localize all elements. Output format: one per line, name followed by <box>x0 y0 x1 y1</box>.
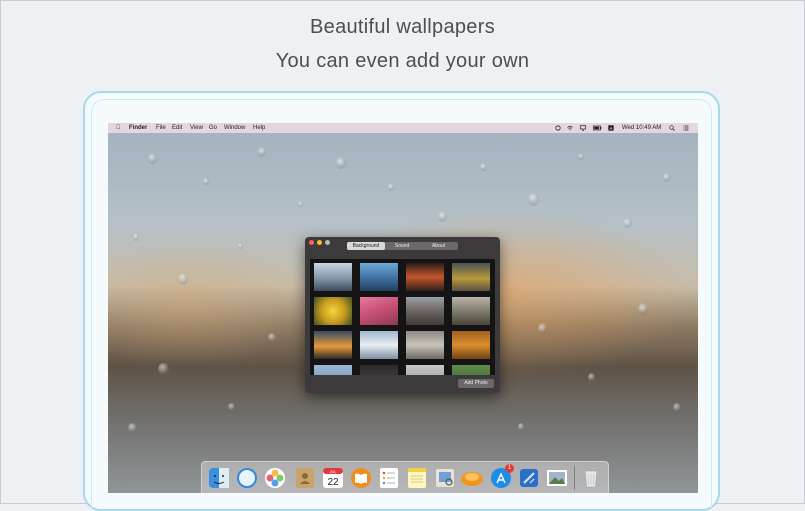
raindrop <box>336 157 346 169</box>
calendar-month: JUL <box>329 469 337 474</box>
raindrop <box>388 183 394 191</box>
raindrop <box>268 333 276 342</box>
menu-go[interactable]: Go <box>209 123 217 133</box>
wallpaper-thumbnail[interactable] <box>314 331 352 359</box>
xcode-icon[interactable] <box>518 467 540 489</box>
raindrop <box>578 153 584 160</box>
wallpaper-thumbnail[interactable] <box>452 331 490 359</box>
tab-background[interactable]: Background <box>347 242 385 250</box>
wallpaper-grid <box>310 259 495 375</box>
wallpaper-thumbnail[interactable] <box>406 297 444 325</box>
menu-clock[interactable]: Wed 10:49 AM <box>622 123 661 133</box>
menu-help[interactable]: Help <box>253 123 265 133</box>
notification-center-icon[interactable] <box>683 125 689 131</box>
wifi-icon[interactable] <box>567 125 573 131</box>
raindrop <box>480 163 487 171</box>
wallpaper-thumbnail[interactable] <box>360 365 398 375</box>
tab-sound[interactable]: Sound <box>385 242 419 250</box>
close-button[interactable] <box>309 240 314 245</box>
app-store-badge: 1 <box>505 464 514 473</box>
menu-window[interactable]: Window <box>224 123 245 133</box>
raindrop <box>238 243 243 249</box>
raindrop <box>258 147 266 157</box>
raindrop <box>158 363 169 375</box>
raindrop <box>518 423 524 431</box>
battery-icon[interactable] <box>593 125 602 131</box>
promo-subheadline: You can even add your own <box>275 50 530 72</box>
menu-file[interactable]: File <box>156 123 166 133</box>
finder-icon[interactable] <box>208 467 230 489</box>
wallpaper-app-icon[interactable] <box>460 467 484 489</box>
raindrop <box>663 173 670 182</box>
text-input-icon[interactable]: A <box>608 125 614 131</box>
wallpaper-thumbnail[interactable] <box>314 365 352 375</box>
raindrop <box>438 211 447 222</box>
raindrop <box>623 218 632 228</box>
wallpaper-thumbnail[interactable] <box>360 263 398 291</box>
image-viewer-icon[interactable] <box>546 467 568 489</box>
wallpaper-thumbnail[interactable] <box>406 365 444 375</box>
apple-icon[interactable]:  <box>116 123 121 133</box>
preview-icon[interactable] <box>434 467 456 489</box>
desktop-screen:  Finder File Edit View Go Window Help A… <box>108 123 698 493</box>
svg-text:A: A <box>609 126 612 131</box>
photos-icon[interactable] <box>264 467 286 489</box>
tab-bar: Background Sound About <box>347 242 458 250</box>
wallpaper-thumbnail[interactable] <box>314 297 352 325</box>
wallpaper-thumbnail[interactable] <box>360 297 398 325</box>
wallpaper-app-window: Background Sound About Add Photo <box>305 237 500 393</box>
raindrop <box>528 193 539 206</box>
wallpaper-thumbnail[interactable] <box>314 263 352 291</box>
calendar-icon[interactable]: JUL 22 <box>322 467 344 489</box>
raindrop <box>538 323 547 334</box>
wallpaper-thumbnail[interactable] <box>360 331 398 359</box>
wallpaper-thumbnail[interactable] <box>452 263 490 291</box>
calendar-day: 22 <box>327 477 339 488</box>
menu-app-name[interactable]: Finder <box>129 123 147 133</box>
raindrop <box>128 423 137 433</box>
add-photo-button[interactable]: Add Photo <box>458 379 494 388</box>
safari-icon[interactable] <box>236 467 258 489</box>
raindrop <box>588 373 595 382</box>
dock-separator <box>574 466 575 490</box>
menu-edit[interactable]: Edit <box>172 123 182 133</box>
wallpaper-thumbnail[interactable] <box>452 297 490 325</box>
airplay-icon[interactable] <box>580 125 586 131</box>
raindrop <box>133 233 139 241</box>
menu-view[interactable]: View <box>190 123 203 133</box>
tab-about[interactable]: About <box>419 242 458 250</box>
notes-icon[interactable] <box>406 467 428 489</box>
wallpaper-thumbnail[interactable] <box>406 263 444 291</box>
raindrop <box>298 201 303 207</box>
zoom-button[interactable] <box>325 240 330 245</box>
ibooks-icon[interactable] <box>350 467 372 489</box>
reminders-icon[interactable] <box>378 467 400 489</box>
raindrop <box>178 273 188 285</box>
raindrop <box>673 403 681 412</box>
wallpaper-thumbnail[interactable] <box>406 331 444 359</box>
contacts-icon[interactable] <box>294 467 316 489</box>
raindrop <box>228 403 235 411</box>
menu-bar:  Finder File Edit View Go Window Help A… <box>108 123 698 133</box>
raindrop <box>203 178 209 185</box>
raindrop <box>638 303 648 315</box>
raindrop <box>148 153 157 164</box>
dock: JUL 22 1 <box>201 461 609 493</box>
minimize-button[interactable] <box>317 240 322 245</box>
trash-icon[interactable] <box>580 467 602 489</box>
spotlight-icon[interactable] <box>669 125 675 131</box>
creative-cloud-icon[interactable] <box>555 125 561 131</box>
wallpaper-thumbnail[interactable] <box>452 365 490 375</box>
promo-headline: Beautiful wallpapers <box>310 16 495 38</box>
